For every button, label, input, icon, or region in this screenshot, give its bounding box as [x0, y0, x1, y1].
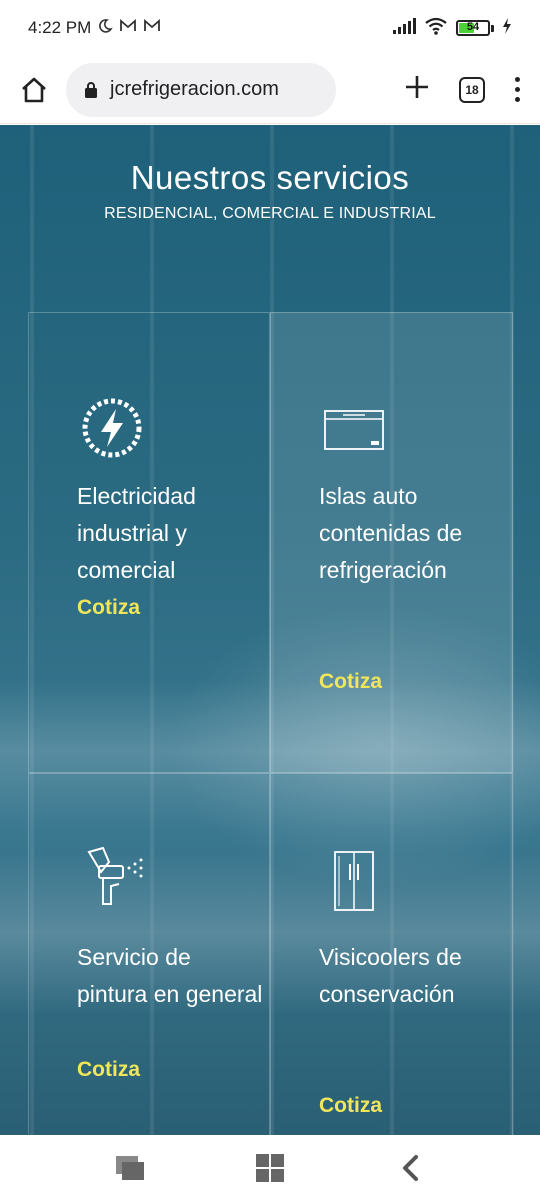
- signal-icon: [392, 17, 416, 39]
- moon-icon: [97, 18, 114, 38]
- gmail-icon-2: [143, 19, 161, 37]
- gmail-icon: [119, 19, 137, 37]
- fridge-icon: [319, 846, 389, 916]
- status-time: 4:22 PM: [28, 18, 92, 37]
- service-title: Electricidad industrial y comercial: [77, 483, 196, 583]
- recents-button[interactable]: [110, 1148, 150, 1188]
- new-tab-button[interactable]: [405, 75, 429, 104]
- battery-icon: 54: [456, 20, 494, 36]
- home-icon: [22, 77, 46, 102]
- address-bar[interactable]: jcrefrigeracion.com: [66, 62, 336, 117]
- lightning-icon: [77, 393, 147, 463]
- grid-icon: [256, 1153, 284, 1182]
- services-section: Nuestros servicios RESIDENCIAL, COMERCIA…: [0, 125, 540, 1135]
- recents-icon: [116, 1155, 144, 1180]
- services-grid: Electricidad industrial y comercial Coti…: [28, 312, 513, 1135]
- back-icon: [403, 1154, 418, 1181]
- lock-icon: [85, 81, 97, 98]
- quote-link[interactable]: Cotiza: [319, 1094, 382, 1118]
- battery-level: 54: [466, 21, 480, 33]
- service-card[interactable]: Electricidad industrial y comercial Coti…: [28, 312, 270, 773]
- service-card[interactable]: Servicio de pintura en general Cotiza: [28, 773, 270, 1135]
- quote-link[interactable]: Cotiza: [77, 1058, 140, 1082]
- system-navigation: [0, 1135, 540, 1200]
- quote-link[interactable]: Cotiza: [319, 670, 382, 694]
- wifi-icon: [424, 17, 448, 40]
- status-bar: 4:22 PM 54: [0, 0, 540, 56]
- back-button[interactable]: [390, 1148, 430, 1188]
- home-nav-button[interactable]: [250, 1148, 290, 1188]
- toolbar-actions: 18: [405, 75, 526, 104]
- url-text: jcrefrigeracion.com: [110, 78, 279, 100]
- plus-icon: [406, 76, 428, 98]
- spray-gun-icon: [77, 844, 147, 914]
- menu-icon[interactable]: [515, 77, 520, 102]
- quote-link[interactable]: Cotiza: [77, 596, 140, 620]
- status-right: 54: [392, 17, 512, 40]
- tab-switcher-button[interactable]: 18: [459, 76, 485, 103]
- home-button[interactable]: [14, 70, 54, 110]
- freezer-chest-icon: [319, 393, 389, 463]
- page-subtitle: RESIDENCIAL, COMERCIAL E INDUSTRIAL: [104, 205, 436, 222]
- service-title: Visicoolers de conservación: [319, 944, 462, 1007]
- service-card[interactable]: Visicoolers de conservación Cotiza: [270, 773, 513, 1135]
- page-title: Nuestros servicios: [130, 159, 410, 196]
- status-left: 4:22 PM: [28, 18, 161, 38]
- service-title: Servicio de pintura en general: [77, 944, 263, 1007]
- charging-icon: [502, 17, 512, 39]
- service-title: Islas auto contenidas de refrigeración: [319, 483, 463, 583]
- service-card[interactable]: Islas auto contenidas de refrigeración C…: [270, 312, 513, 773]
- browser-toolbar: jcrefrigeracion.com 18: [0, 56, 540, 124]
